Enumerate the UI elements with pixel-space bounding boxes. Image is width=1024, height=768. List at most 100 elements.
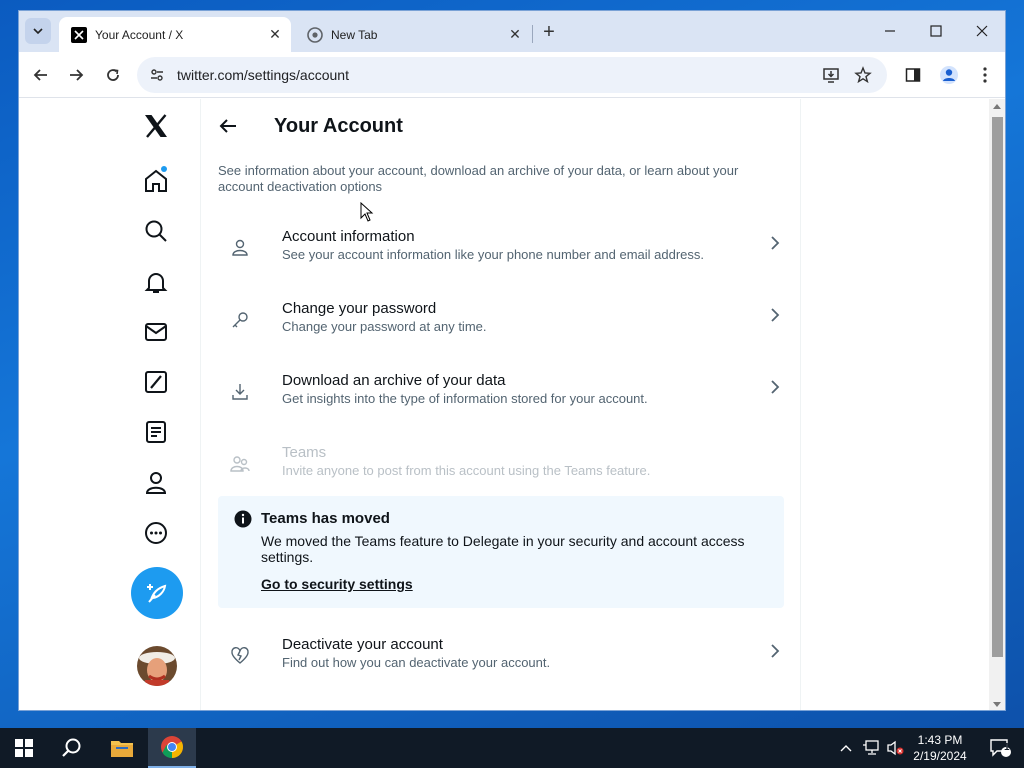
chevron-up-icon: [840, 745, 852, 752]
security-settings-link[interactable]: Go to security settings: [261, 576, 413, 592]
nav-lists[interactable]: [137, 413, 175, 451]
nav-messages[interactable]: [137, 313, 175, 351]
scrollbar-thumb[interactable]: [992, 117, 1003, 657]
x-logo-link[interactable]: [137, 107, 175, 145]
reload-button[interactable]: [101, 63, 125, 87]
maximize-button[interactable]: [913, 11, 959, 51]
star-icon: [854, 66, 872, 84]
minimize-icon: [885, 30, 895, 32]
more-icon: [145, 522, 167, 544]
nav-grok[interactable]: [137, 363, 175, 401]
notice-text: We moved the Teams feature to Delegate i…: [261, 533, 745, 565]
row-subtitle: Invite anyone to post from this account …: [282, 463, 651, 478]
tab-search-button[interactable]: [25, 18, 51, 44]
clock-time: 1:43 PM: [917, 733, 963, 747]
settings-account-panel: Your Account See information about your …: [201, 99, 801, 710]
bookmark-button[interactable]: [851, 63, 875, 87]
install-app-button[interactable]: [819, 63, 843, 87]
volume-button[interactable]: [884, 728, 906, 768]
clock-date: 2/19/2024: [913, 749, 967, 763]
feather-plus-icon: [147, 584, 167, 603]
row-title: Change your password: [282, 300, 437, 317]
teams-row: Teams Invite anyone to post from this ac…: [218, 444, 784, 504]
start-button[interactable]: [0, 728, 48, 768]
network-icon: [863, 740, 879, 755]
tab-bar: Your Account / X ✕ New Tab ✕ +: [19, 11, 1005, 52]
x-favicon-icon: [71, 26, 87, 43]
tab-new-tab[interactable]: New Tab ✕: [295, 17, 531, 52]
account-information-row[interactable]: Account information See your account inf…: [218, 228, 784, 288]
deactivate-account-row[interactable]: Deactivate your account Find out how you…: [218, 636, 784, 696]
new-tab-button[interactable]: +: [537, 20, 561, 44]
chevron-right-icon: [771, 308, 780, 322]
notification-dot: [161, 166, 167, 172]
taskbar-file-explorer[interactable]: [98, 728, 146, 768]
network-button[interactable]: [860, 728, 882, 768]
page-description: See information about your account, down…: [218, 163, 739, 194]
notification-count: 1: [1004, 742, 1010, 753]
user-avatar[interactable]: [137, 646, 177, 686]
x-logo-icon: [145, 114, 167, 138]
profile-icon: [145, 472, 167, 494]
show-hidden-icons-button[interactable]: [836, 728, 856, 768]
nav-home[interactable]: [137, 162, 175, 200]
search-icon: [62, 738, 81, 757]
home-icon: [145, 169, 167, 192]
chevron-right-icon: [771, 644, 780, 658]
taskbar-chrome[interactable]: [148, 728, 196, 768]
lists-icon: [146, 421, 166, 443]
browser-toolbar: twitter.com/settings/account: [19, 52, 1005, 98]
grok-icon: [145, 371, 167, 393]
chrome-icon: [161, 736, 183, 758]
people-icon: [230, 456, 250, 472]
notice-title: Teams has moved: [261, 510, 390, 527]
download-archive-row[interactable]: Download an archive of your data Get ins…: [218, 372, 784, 432]
side-panel-button[interactable]: [901, 63, 925, 87]
chrome-favicon-icon: [307, 26, 323, 43]
tab-your-account[interactable]: Your Account / X ✕: [59, 17, 291, 52]
window-close-button[interactable]: [959, 11, 1005, 51]
avatar-image: [137, 646, 177, 686]
profile-icon: [940, 66, 958, 84]
taskbar-clock[interactable]: 1:43 PM 2/19/2024: [904, 732, 976, 764]
maximize-icon: [930, 25, 942, 37]
profile-button[interactable]: [937, 63, 961, 87]
forward-button[interactable]: [64, 63, 88, 87]
install-icon: [823, 68, 839, 83]
row-title: Account information: [282, 228, 415, 245]
action-center-button[interactable]: 1: [980, 728, 1020, 768]
download-icon: [232, 384, 248, 400]
back-button[interactable]: [29, 63, 53, 87]
nav-more[interactable]: [137, 514, 175, 552]
change-password-row[interactable]: Change your password Change your passwor…: [218, 300, 784, 360]
key-icon: [232, 312, 248, 328]
arrow-right-icon: [70, 69, 84, 81]
nav-explore[interactable]: [137, 212, 175, 250]
chevron-right-icon: [771, 236, 780, 250]
close-icon[interactable]: ✕: [267, 26, 283, 43]
taskbar-search-button[interactable]: [48, 728, 96, 768]
person-icon: [232, 239, 248, 256]
address-bar[interactable]: twitter.com/settings/account: [137, 57, 887, 93]
scroll-up-icon[interactable]: [993, 104, 1001, 109]
nav-notifications[interactable]: [137, 263, 175, 301]
bell-icon: [144, 273, 168, 293]
page-scrollbar[interactable]: [989, 99, 1005, 710]
row-subtitle: See your account information like your p…: [282, 247, 705, 262]
minimize-button[interactable]: [867, 11, 913, 51]
folder-icon: [111, 741, 133, 757]
page-title: Your Account: [274, 115, 403, 137]
scroll-down-icon[interactable]: [993, 702, 1001, 707]
close-icon[interactable]: ✕: [507, 26, 523, 43]
chevron-down-icon: [33, 28, 43, 35]
close-icon: [976, 25, 988, 37]
reload-icon: [107, 69, 119, 81]
row-subtitle: Get insights into the type of informatio…: [282, 391, 648, 406]
site-info-icon[interactable]: [149, 67, 165, 83]
menu-button[interactable]: [973, 63, 997, 87]
post-button[interactable]: [131, 567, 183, 619]
nav-profile[interactable]: [137, 464, 175, 502]
back-button[interactable]: [217, 115, 239, 137]
search-icon: [145, 220, 167, 242]
row-subtitle: Find out how you can deactivate your acc…: [282, 655, 551, 670]
